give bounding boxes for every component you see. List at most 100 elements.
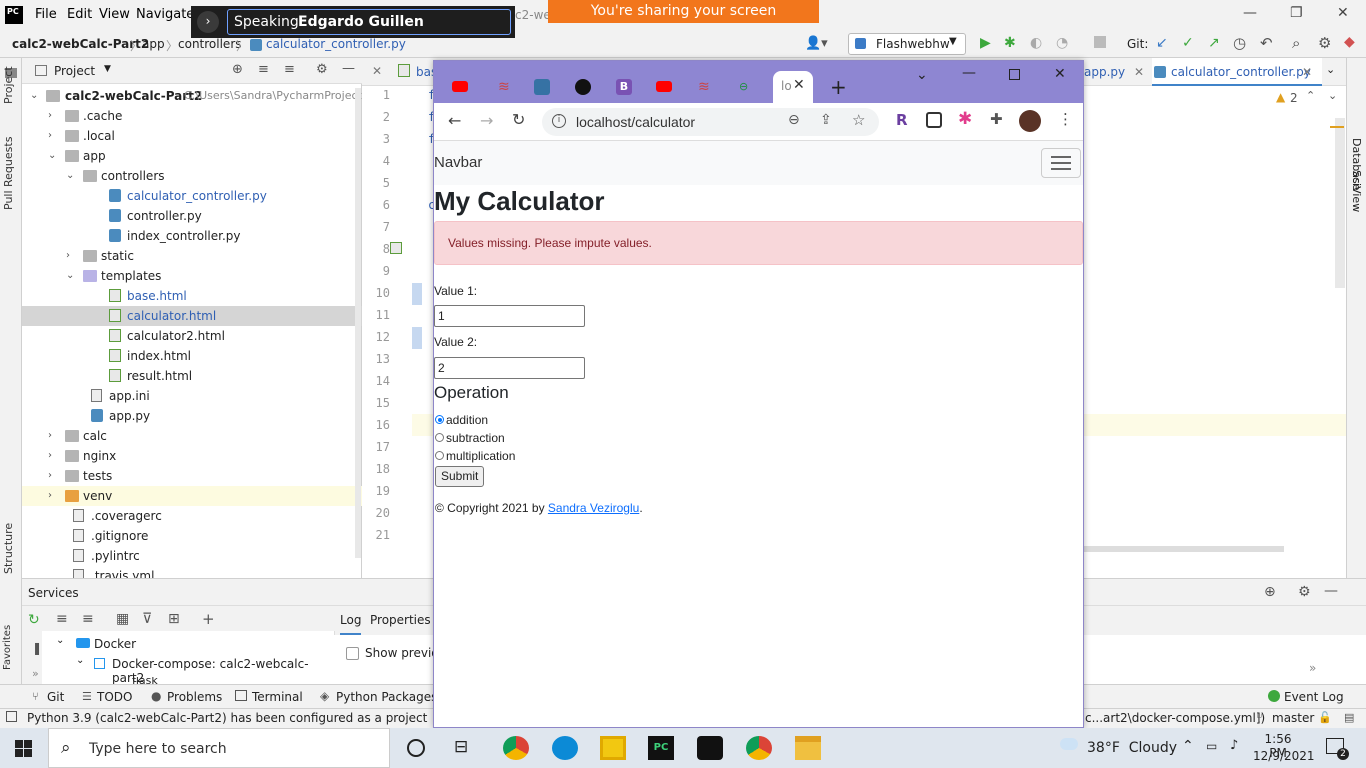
minimize-icon[interactable]: — <box>1243 5 1257 21</box>
git-update-icon[interactable]: ↙ <box>1156 35 1168 51</box>
profile-icon[interactable]: ◔ <box>1056 35 1068 51</box>
chevron-down-icon[interactable]: ⌄ <box>1326 63 1335 76</box>
forward-icon[interactable]: → <box>480 111 493 130</box>
chevron-right-icon[interactable]: › <box>48 486 52 506</box>
chevron-down-icon[interactable]: ▼ <box>104 64 111 74</box>
submit-button[interactable]: Submit <box>435 466 485 487</box>
pycharm-taskbar-icon[interactable]: PC <box>648 736 674 760</box>
status-path[interactable]: c...art2\docker-compose.yml]) <box>1085 711 1265 725</box>
tree-item[interactable]: index.html <box>22 346 362 366</box>
bookmark-star-icon[interactable]: ☆ <box>852 111 865 129</box>
edge-taskbar-icon[interactable] <box>552 736 578 760</box>
chevron-down-icon[interactable]: ⌄ <box>66 166 74 186</box>
back-icon[interactable]: ← <box>448 111 461 130</box>
tab-icon[interactable]: ≋ <box>698 79 714 95</box>
tree-item[interactable]: app.ini <box>22 386 362 406</box>
chevron-right-icon[interactable]: › <box>48 446 52 466</box>
tree-item[interactable]: › venv <box>22 486 362 506</box>
screen-sharing-banner[interactable]: You're sharing your screen <box>548 0 819 23</box>
volume-icon[interactable]: ♪ <box>1230 738 1238 753</box>
prev-highlight-icon[interactable]: ⌃ <box>1306 89 1315 102</box>
chevron-down-icon[interactable]: ⌄ <box>66 266 74 286</box>
plugins-icon[interactable]: ◆ <box>1344 34 1355 50</box>
tree-item[interactable]: base.html <box>22 286 362 306</box>
run-config-select[interactable]: Flashwebhw ▼ <box>848 33 966 55</box>
bootstrap-tab-icon[interactable]: B <box>616 79 632 95</box>
filter-icon[interactable]: ⊽ <box>142 611 152 627</box>
scrollbar[interactable] <box>355 88 361 558</box>
network-icon[interactable]: ▭ <box>1206 739 1217 753</box>
minimize-icon[interactable]: — <box>962 65 976 81</box>
multiplication-radio[interactable] <box>435 451 444 460</box>
breadcrumb-controllers[interactable]: controllers <box>178 37 242 51</box>
hide-icon[interactable]: — <box>342 61 355 76</box>
tab-log[interactable]: Log <box>340 613 362 635</box>
avatar[interactable] <box>1019 110 1041 132</box>
vtab-sciview[interactable]: SciView <box>1350 170 1363 212</box>
collapse-all-icon[interactable]: ≡ <box>82 611 94 627</box>
coverage-icon[interactable]: ◐ <box>1030 35 1042 51</box>
more-icon[interactable]: » <box>32 667 39 680</box>
extension-star-icon[interactable]: ✱ <box>958 109 972 129</box>
extension-r-icon[interactable]: R <box>896 111 908 129</box>
tree-docker[interactable]: Docker <box>94 637 136 651</box>
locate-icon[interactable]: ⊕ <box>1264 584 1276 600</box>
value2-input[interactable]: 2 <box>434 357 585 379</box>
extension-icon[interactable] <box>926 112 942 128</box>
taskbar-search[interactable]: ⌕ Type here to search <box>48 728 390 768</box>
user-icon[interactable]: 👤▾ <box>805 36 828 51</box>
rollback-icon[interactable]: ↶ <box>1260 34 1273 52</box>
tree-item[interactable]: ⌄ controllers <box>22 166 362 186</box>
status-branch[interactable]: master <box>1272 711 1314 725</box>
vertical-scrollbar[interactable] <box>1335 118 1345 288</box>
subtraction-label[interactable]: subtraction <box>446 431 505 445</box>
vtab-structure[interactable]: Structure <box>2 523 15 574</box>
menu-navigate[interactable]: Navigate <box>136 7 194 22</box>
close-icon[interactable]: ✕ <box>1337 5 1349 21</box>
python-tab-icon[interactable] <box>534 79 550 95</box>
locate-icon[interactable]: ⊕ <box>232 62 243 77</box>
close-icon[interactable]: ✕ <box>372 64 382 78</box>
status-message[interactable]: Python 3.9 (calc2-webCalc-Part2) has bee… <box>27 711 432 725</box>
add-service-icon[interactable]: + <box>202 610 215 628</box>
close-icon[interactable]: ✕ <box>1134 65 1144 79</box>
new-tab-icon[interactable]: + <box>830 75 847 99</box>
tool-terminal[interactable]: Terminal <box>252 690 303 704</box>
expand-all-icon[interactable]: ≡ <box>258 62 269 77</box>
tree-item[interactable]: controller.py <box>22 206 362 226</box>
footer-link[interactable]: Sandra Veziroglu <box>548 501 639 515</box>
warning-icon[interactable]: ▲ <box>1276 90 1285 104</box>
gear-icon[interactable]: ⚙ <box>316 62 328 77</box>
hide-icon[interactable]: — <box>1324 583 1338 599</box>
zoom-icon[interactable]: ⊖ <box>788 112 800 128</box>
multiplication-label[interactable]: multiplication <box>446 449 515 463</box>
close-icon[interactable]: ✕ <box>1302 65 1312 79</box>
tree-item[interactable]: .travis.yml <box>22 566 362 578</box>
status-icon[interactable] <box>6 711 17 722</box>
maximize-icon[interactable]: ❐ <box>1290 5 1303 21</box>
youtube-tab-icon[interactable] <box>452 81 468 92</box>
group-icon[interactable]: ▦ <box>116 611 129 627</box>
tool-python-packages[interactable]: Python Packages <box>336 690 437 704</box>
addition-label[interactable]: addition <box>446 413 488 427</box>
menu-kebab-icon[interactable]: ⋮ <box>1058 110 1073 128</box>
menu-view[interactable]: View <box>99 7 130 22</box>
menu-edit[interactable]: Edit <box>67 7 92 22</box>
breadcrumb-project[interactable]: calc2-webCalc-Part2 <box>12 37 149 51</box>
chevron-right-icon[interactable]: › <box>48 426 52 446</box>
tool-problems[interactable]: Problems <box>167 690 222 704</box>
new-tab-icon[interactable]: ⊞ <box>168 611 180 627</box>
chevron-down-icon[interactable]: ⌄ <box>916 67 928 83</box>
chrome-profile-taskbar-icon[interactable] <box>746 736 772 760</box>
more-icon[interactable]: » <box>1309 661 1316 675</box>
tree-item[interactable]: › calc <box>22 426 362 446</box>
chevron-up-icon[interactable]: ⌃ <box>1182 738 1194 754</box>
expand-all-icon[interactable]: ≡ <box>56 611 68 627</box>
address-bar[interactable]: i localhost/calculator ⊖ ⇪ ☆ <box>542 108 879 136</box>
chevron-right-icon[interactable]: › <box>48 106 52 126</box>
addition-radio[interactable] <box>435 415 444 424</box>
cortana-icon[interactable] <box>407 739 425 757</box>
chevron-right-icon[interactable]: › <box>48 466 52 486</box>
gear-icon[interactable]: ⚙ <box>1298 584 1311 600</box>
tree-item[interactable]: .pylintrc <box>22 546 362 566</box>
